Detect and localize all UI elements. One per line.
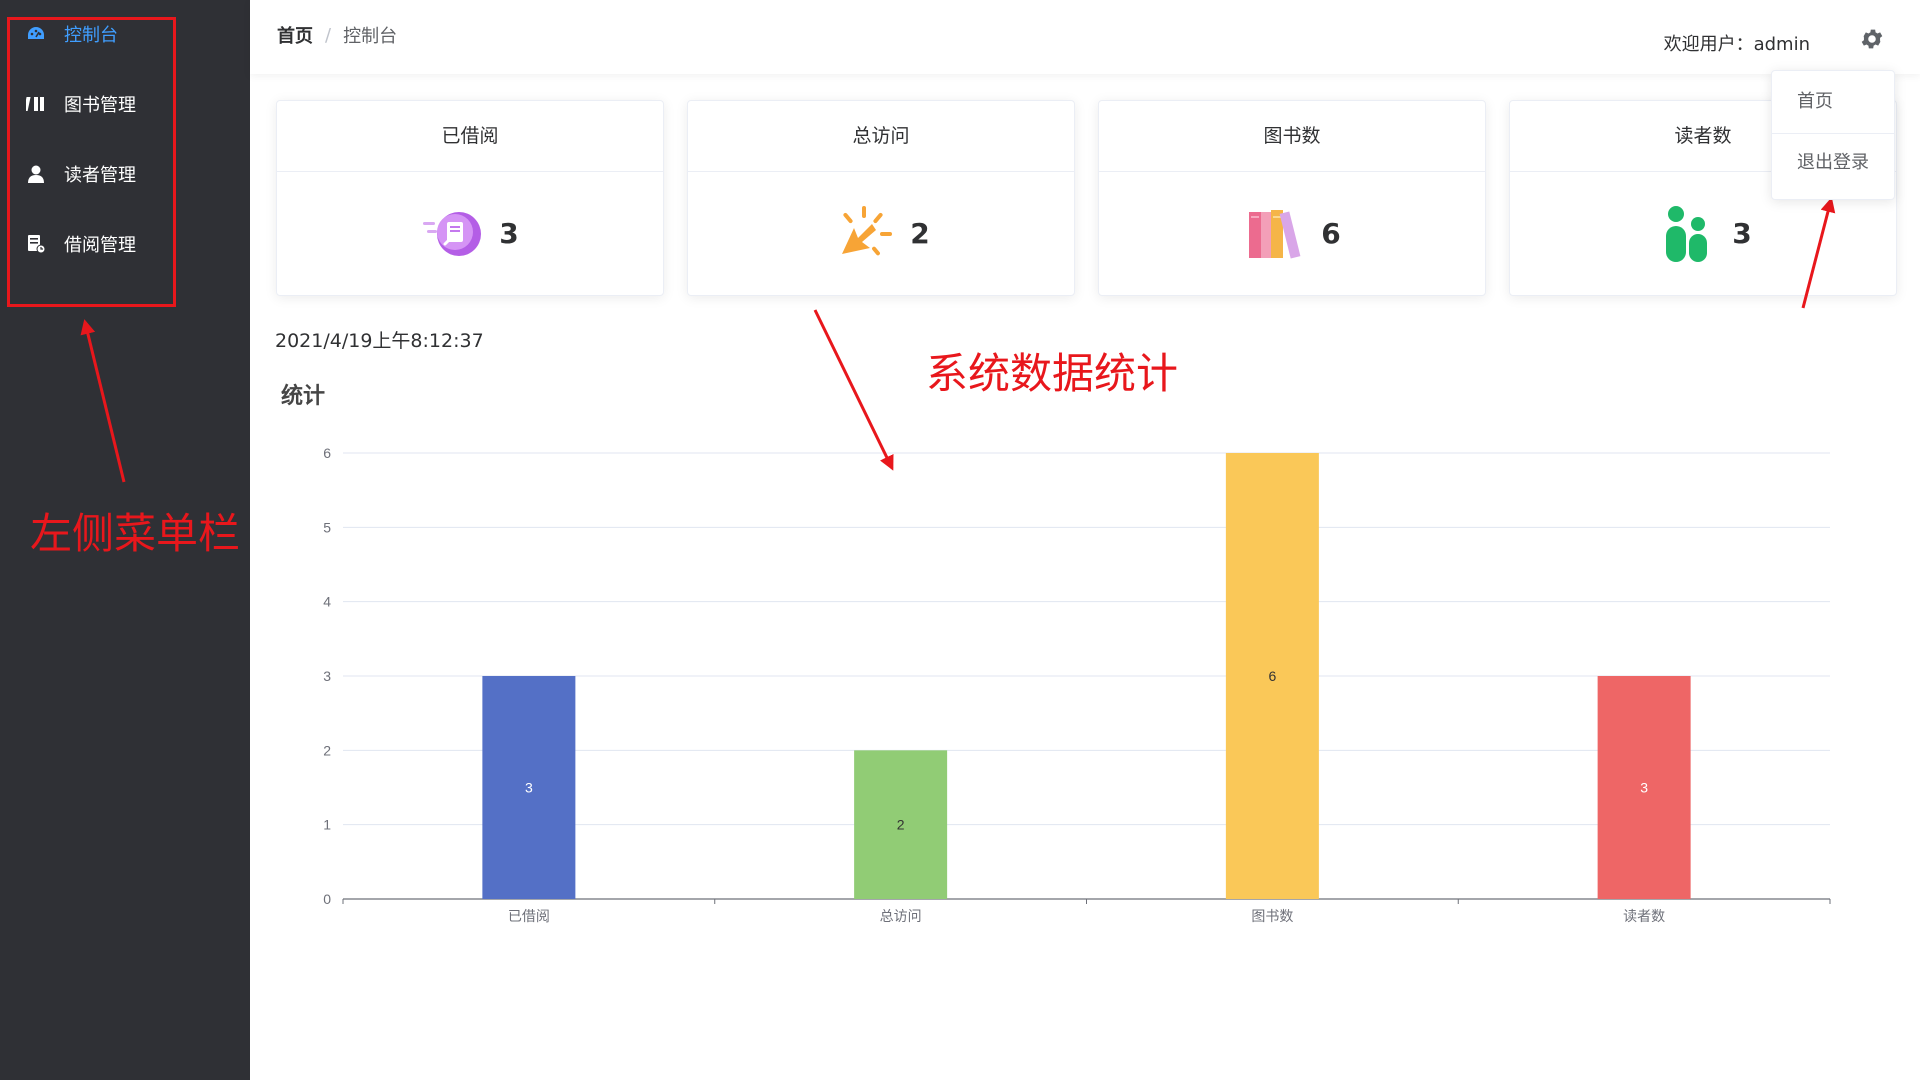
stat-card-visits: 总访问 2 — [687, 100, 1075, 296]
card-value: 6 — [1321, 217, 1341, 250]
readers-icon — [1654, 202, 1718, 266]
books-stack-icon — [1243, 202, 1307, 266]
y-tick-label: 4 — [323, 594, 331, 610]
y-tick-label: 0 — [323, 891, 331, 907]
card-title: 总访问 — [688, 101, 1074, 172]
bar-data-label: 2 — [897, 817, 905, 833]
dropdown-item-logout[interactable]: 退出登录 — [1772, 143, 1894, 183]
card-value: 3 — [1732, 217, 1752, 250]
y-tick-label: 6 — [323, 445, 331, 461]
welcome-user-text: 欢迎用户：admin — [1663, 34, 1810, 55]
y-tick-label: 2 — [323, 742, 331, 758]
breadcrumb-separator: / — [325, 24, 332, 46]
gear-icon[interactable] — [1859, 26, 1885, 52]
x-tick-label: 总访问 — [880, 909, 922, 925]
x-tick-label: 读者数 — [1623, 908, 1665, 925]
x-tick-label: 已借阅 — [508, 909, 550, 925]
visit-icon — [832, 202, 896, 266]
card-value: 2 — [910, 217, 930, 250]
statistics-bar-chart: 0 1 2 3 4 5 6 3 已借阅 2 总访问 6 图书数 3 读者数 — [323, 445, 1831, 925]
annotation-sidebar-label: 左侧菜单栏 — [30, 509, 241, 558]
current-datetime: 2021/4/19上午8:12:37 — [275, 330, 484, 352]
card-title: 图书数 — [1099, 101, 1485, 172]
y-tick-label: 5 — [323, 519, 331, 535]
x-tick-label: 图书数 — [1251, 909, 1293, 925]
bar-data-label: 6 — [1268, 668, 1276, 684]
borrowed-icon — [421, 202, 485, 266]
stat-card-books: 图书数 6 — [1098, 100, 1486, 296]
breadcrumb-home[interactable]: 首页 — [277, 22, 313, 48]
bar-data-label: 3 — [525, 780, 533, 796]
annotation-box-sidebar — [7, 17, 176, 307]
user-dropdown-menu: 首页 退出登录 — [1771, 70, 1895, 200]
bar-data-label: 3 — [1640, 780, 1648, 796]
card-title: 已借阅 — [277, 101, 663, 172]
stat-card-borrowed: 已借阅 3 — [276, 100, 664, 296]
top-header: 首页 / 控制台 欢迎用户：admin — [250, 0, 1920, 74]
y-tick-label: 3 — [323, 668, 331, 684]
card-value: 3 — [499, 217, 519, 250]
chart-section-title: 统计 — [281, 384, 326, 409]
breadcrumb-current: 控制台 — [343, 26, 398, 47]
dropdown-item-home[interactable]: 首页 — [1772, 82, 1894, 122]
y-tick-label: 1 — [323, 817, 331, 833]
dropdown-divider — [1772, 133, 1894, 134]
breadcrumb: 首页 / 控制台 — [277, 22, 397, 48]
annotation-stats-label: 系统数据统计 — [926, 349, 1179, 398]
